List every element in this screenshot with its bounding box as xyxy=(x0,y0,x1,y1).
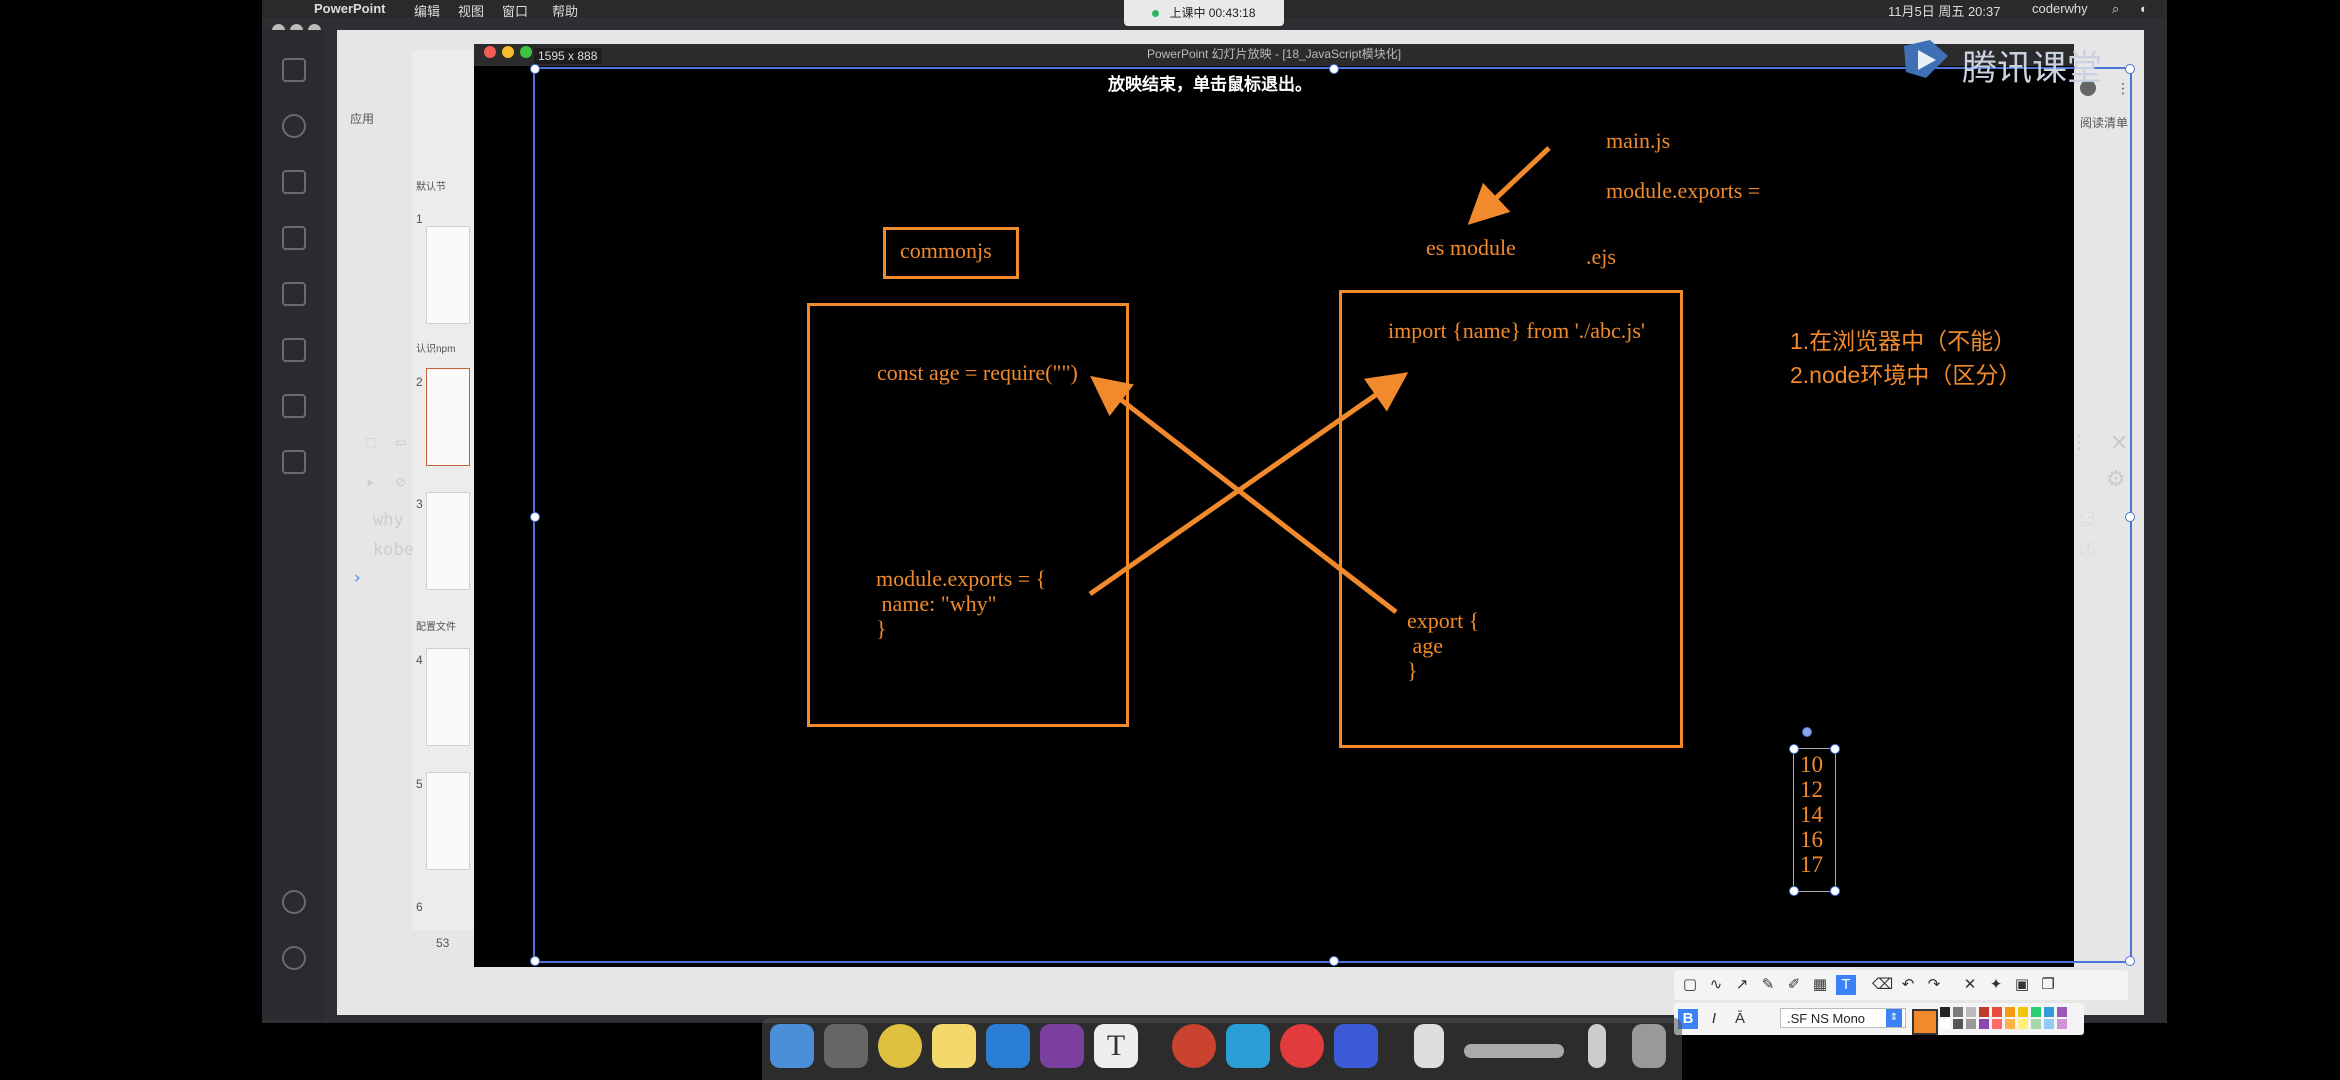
save-icon[interactable]: ▣ xyxy=(2012,975,2032,995)
color-swatch[interactable] xyxy=(1979,1007,1989,1017)
color-swatch[interactable] xyxy=(2018,1019,2028,1029)
notes-icon[interactable] xyxy=(932,1024,976,1068)
freehand-icon[interactable]: ∿ xyxy=(1706,975,1726,995)
color-swatch[interactable] xyxy=(1953,1007,1963,1017)
color-swatch[interactable] xyxy=(1992,1019,2002,1029)
text-tool-icon[interactable]: T xyxy=(1836,975,1856,995)
launchpad-icon[interactable] xyxy=(824,1024,868,1068)
typora-icon[interactable]: T xyxy=(1094,1024,1138,1068)
current-color-swatch[interactable] xyxy=(1912,1009,1938,1035)
color-swatch[interactable] xyxy=(1992,1007,2002,1017)
trash-icon[interactable] xyxy=(1632,1024,1666,1068)
window-thumbnail[interactable] xyxy=(1464,1044,1564,1058)
color-swatch[interactable] xyxy=(2044,1007,2054,1017)
color-swatch[interactable] xyxy=(2057,1007,2067,1017)
select-icon[interactable]: ▢ xyxy=(1680,975,1700,995)
eraser-icon[interactable]: ⌫ xyxy=(1872,975,1893,995)
close-icon[interactable]: ✕ xyxy=(1960,975,1980,995)
pin-icon[interactable]: ✦ xyxy=(1986,975,2006,995)
onenote-icon[interactable] xyxy=(1040,1024,1084,1068)
redo-icon[interactable]: ↷ xyxy=(1924,975,1944,995)
undo-icon[interactable]: ↶ xyxy=(1898,975,1918,995)
vscode-icon[interactable] xyxy=(986,1024,1030,1068)
color-swatch[interactable] xyxy=(1953,1019,1963,1029)
netease-music-icon[interactable] xyxy=(1280,1024,1324,1068)
tencent-classroom-icon[interactable] xyxy=(1226,1024,1270,1068)
annotation-arrows xyxy=(1088,146,1551,614)
color-palette xyxy=(1940,1007,2080,1031)
copy-icon[interactable]: ❐ xyxy=(2038,975,2058,995)
mosaic-icon[interactable]: ▦ xyxy=(1810,975,1830,995)
screen-recorder-icon[interactable] xyxy=(1334,1024,1378,1068)
font-size-icon[interactable]: Ā xyxy=(1730,1009,1750,1029)
color-swatch[interactable] xyxy=(1966,1019,1976,1029)
color-swatch[interactable] xyxy=(1940,1019,1950,1029)
finder-icon[interactable] xyxy=(770,1024,814,1068)
chevron-down-icon[interactable]: ⇕ xyxy=(1886,1009,1902,1027)
color-swatch[interactable] xyxy=(2018,1007,2028,1017)
color-swatch[interactable] xyxy=(2044,1019,2054,1029)
document-icon[interactable] xyxy=(1414,1024,1444,1068)
color-swatch[interactable] xyxy=(1966,1007,1976,1017)
color-swatch[interactable] xyxy=(1940,1007,1950,1017)
stack-icon[interactable] xyxy=(1588,1024,1606,1068)
arrow-to-es-module xyxy=(1467,146,1551,225)
highlighter-icon[interactable]: ✐ xyxy=(1784,975,1804,995)
color-swatch[interactable] xyxy=(2005,1019,2015,1029)
annotation-toolbar: ▢ ∿ ↗ ✎ ✐ ▦ T ⌫ ↶ ↷ ✕ ✦ ▣ ❐ xyxy=(1674,970,2128,1000)
powerpoint-icon[interactable] xyxy=(1172,1024,1216,1068)
color-swatch[interactable] xyxy=(2031,1019,2041,1029)
color-swatch[interactable] xyxy=(2005,1007,2015,1017)
italic-button[interactable]: I xyxy=(1704,1009,1724,1029)
pen-icon[interactable]: ✎ xyxy=(1758,975,1778,995)
arrow-export-to-require xyxy=(1090,375,1398,614)
chrome-icon[interactable] xyxy=(878,1024,922,1068)
color-swatch[interactable] xyxy=(2057,1019,2067,1029)
color-swatch[interactable] xyxy=(1979,1019,1989,1029)
color-swatch[interactable] xyxy=(2031,1007,2041,1017)
arrow-tool-icon[interactable]: ↗ xyxy=(1732,975,1752,995)
